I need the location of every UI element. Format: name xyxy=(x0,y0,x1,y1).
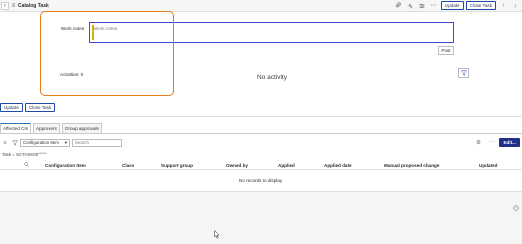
arrow-up-icon[interactable]: ↑ xyxy=(498,1,508,10)
related-list-tabs: Affected CIs Approvers Group approvals xyxy=(0,123,102,133)
column-header[interactable]: Updated xyxy=(479,163,497,168)
gear-icon[interactable]: ⚙ xyxy=(473,138,483,147)
filter-icon[interactable] xyxy=(10,138,20,147)
page-footer-area xyxy=(0,191,522,244)
arrow-down-icon[interactable]: ↓ xyxy=(510,1,520,10)
scroll-to-top-icon[interactable] xyxy=(513,205,520,212)
filter-icon xyxy=(460,70,467,76)
tab-group-approvals[interactable]: Group approvals xyxy=(61,123,102,133)
close-task-button[interactable]: Close Task xyxy=(465,1,496,10)
activity-icon[interactable] xyxy=(405,1,415,10)
column-header[interactable]: Applied xyxy=(278,163,295,168)
column-search-icon[interactable] xyxy=(24,162,29,169)
tabs-divider xyxy=(0,133,522,134)
search-field-select[interactable]: Configuration Item ▾ xyxy=(20,138,70,147)
update-button-bottom[interactable]: Update xyxy=(0,103,23,112)
form-actions: Update Close Task xyxy=(0,103,56,112)
list-toolbar: ≡ Configuration Item ▾ Search ⚙ ⋯ Edit..… xyxy=(0,137,522,148)
edit-button[interactable]: Edit... xyxy=(499,138,520,147)
annotation-highlight xyxy=(40,11,174,96)
back-button[interactable]: ‹ xyxy=(1,1,9,10)
header-actions: ⋯ Update Close Task ↑ ↓ xyxy=(393,1,520,10)
column-header[interactable]: Owned by xyxy=(226,163,248,168)
breadcrumb[interactable]: Task = SCTASK00°°°°° xyxy=(2,152,47,157)
column-header[interactable]: Support group xyxy=(161,163,193,168)
column-header[interactable]: Configuration Item xyxy=(45,163,86,168)
sliders-icon[interactable] xyxy=(417,1,427,10)
tab-affected-cis[interactable]: Affected CIs xyxy=(0,123,31,133)
search-field-value: Configuration Item xyxy=(23,140,59,145)
close-task-button-bottom[interactable]: Close Task xyxy=(24,103,56,112)
list-search-input[interactable]: Search xyxy=(72,138,122,147)
mouse-cursor-icon xyxy=(214,230,220,239)
tab-approvers[interactable]: Approvers xyxy=(32,123,60,133)
paperclip-icon[interactable] xyxy=(393,1,403,10)
no-activity-text: No activity xyxy=(257,74,287,81)
divider xyxy=(0,116,522,117)
more-icon[interactable]: ⋯ xyxy=(486,138,496,147)
post-button[interactable]: Post xyxy=(438,46,454,55)
list-menu-icon[interactable]: ≡ xyxy=(0,138,10,147)
column-header[interactable]: Class xyxy=(122,163,134,168)
hamburger-icon[interactable]: ≡ xyxy=(9,2,18,10)
activity-filter-button[interactable] xyxy=(458,68,469,78)
chevron-left-icon: ‹ xyxy=(4,2,6,9)
page-title: Catalog Task xyxy=(18,2,49,9)
empty-list-message: No records to display xyxy=(239,178,283,183)
table-header: Configuration Item Class Support group O… xyxy=(0,160,522,170)
more-icon[interactable]: ⋯ xyxy=(429,1,439,10)
column-header[interactable]: Applied date xyxy=(324,163,352,168)
list-toolbar-right: ⚙ ⋯ Edit... xyxy=(473,138,520,147)
update-button[interactable]: Update xyxy=(440,1,464,10)
column-header[interactable]: Manual proposed change xyxy=(384,163,439,168)
chevron-down-icon: ▾ xyxy=(64,139,67,145)
